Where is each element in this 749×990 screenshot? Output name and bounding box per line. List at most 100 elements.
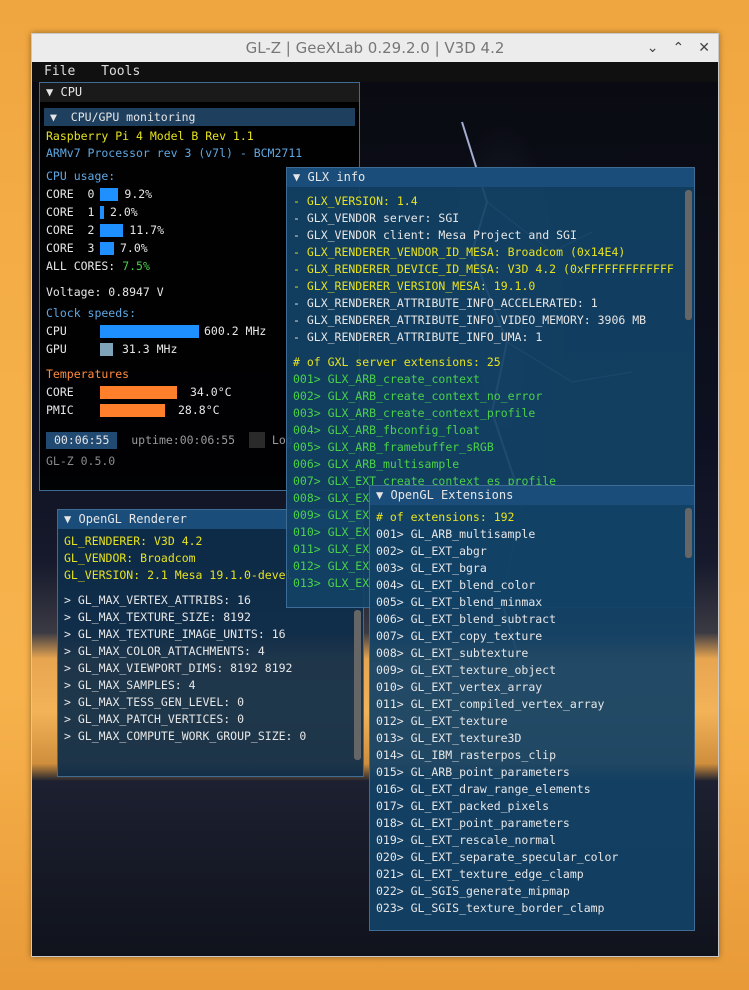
glx-info-line: - GLX_RENDERER_VERSION_MESA: 19.1.0 bbox=[293, 279, 536, 293]
renderer-limit-line: > GL_MAX_TEXTURE_IMAGE_UNITS: 16 bbox=[64, 627, 286, 641]
maximize-icon[interactable]: ⌃ bbox=[673, 34, 685, 62]
glx-panel-header[interactable]: ▼ GLX info bbox=[287, 168, 694, 187]
cpu-clock-fill bbox=[100, 324, 199, 338]
glx-info-line: - GLX_VERSION: 1.4 bbox=[293, 194, 418, 208]
extension-item: 005> GL_EXT_blend_minmax bbox=[376, 595, 543, 609]
glx-extension-item: 005> GLX_ARB_framebuffer_sRGB bbox=[293, 440, 494, 454]
glx-info-line: - GLX_RENDERER_ATTRIBUTE_INFO_VIDEO_MEMO… bbox=[293, 313, 647, 327]
pmic-temp-fill bbox=[100, 403, 165, 417]
menu-tools[interactable]: Tools bbox=[101, 64, 140, 79]
glx-extension-item: 003> GLX_ARB_create_context_profile bbox=[293, 406, 536, 420]
extension-item: 021> GL_EXT_texture_edge_clamp bbox=[376, 867, 584, 881]
extension-item: 011> GL_EXT_compiled_vertex_array bbox=[376, 697, 605, 711]
core-usage-fill bbox=[100, 241, 114, 255]
all-cores-value: 7.5% bbox=[122, 258, 150, 273]
device-model: Raspberry Pi 4 Model B Rev 1.1 bbox=[46, 129, 254, 143]
core-usage-bar: 11.7% bbox=[100, 222, 300, 237]
cpu-clock-bar: 600.2 MHz bbox=[100, 323, 300, 338]
window-title: GL-Z | GeeXLab 0.29.2.0 | V3D 4.2 bbox=[245, 39, 505, 57]
gpu-clock-bar: 31.3 MHz bbox=[100, 341, 300, 356]
pmic-temp-bar: 28.8°C bbox=[100, 402, 300, 417]
pmic-temp-value: 28.8°C bbox=[178, 402, 220, 417]
extensions-count: # of extensions: 192 bbox=[376, 510, 515, 524]
core-usage-bar: 7.0% bbox=[100, 240, 300, 255]
extension-item: 015> GL_ARB_point_parameters bbox=[376, 765, 570, 779]
extension-item: 014> GL_IBM_rasterpos_clip bbox=[376, 748, 557, 762]
extension-item: 013> GL_EXT_texture3D bbox=[376, 731, 522, 745]
extension-item: 019> GL_EXT_rescale_normal bbox=[376, 833, 557, 847]
glx-info-line: - GLX_RENDERER_VENDOR_ID_MESA: Broadcom … bbox=[293, 245, 626, 259]
uptime-readout: uptime:00:06:55 bbox=[131, 432, 236, 447]
cpu-panel-header[interactable]: ▼ CPU bbox=[40, 83, 359, 102]
collapse-triangle-icon[interactable]: ▼ bbox=[50, 110, 57, 124]
gpu-clock-label: GPU bbox=[46, 341, 67, 356]
core-temp-bar: 34.0°C bbox=[100, 384, 300, 399]
processor-info: ARMv7 Processor rev 3 (v7l) - BCM2711 bbox=[46, 146, 303, 160]
window-controls: ⌄ ⌃ ✕ bbox=[647, 34, 710, 62]
core-usage-value: 7.0% bbox=[120, 240, 148, 255]
extension-item: 002> GL_EXT_abgr bbox=[376, 544, 487, 558]
extensions-panel-title: OpenGL Extensions bbox=[390, 488, 514, 502]
core-usage-fill bbox=[100, 223, 124, 237]
gpu-clock-value: 31.3 MHz bbox=[122, 341, 178, 356]
extension-item: 008> GL_EXT_subtexture bbox=[376, 646, 529, 660]
monitoring-section-header[interactable]: ▼ CPU/GPU monitoring bbox=[44, 108, 355, 126]
renderer-panel-title: OpenGL Renderer bbox=[78, 512, 187, 526]
collapse-triangle-icon[interactable]: ▼ bbox=[64, 512, 71, 526]
renderer-limit-line: > GL_MAX_COLOR_ATTACHMENTS: 4 bbox=[64, 644, 265, 658]
renderer-limit-line: > GL_MAX_COMPUTE_WORK_GROUP_SIZE: 0 bbox=[64, 729, 307, 743]
minimize-icon[interactable]: ⌄ bbox=[647, 34, 659, 62]
extension-item: 001> GL_ARB_multisample bbox=[376, 527, 536, 541]
extension-item: 016> GL_EXT_draw_range_elements bbox=[376, 782, 591, 796]
menu-file[interactable]: File bbox=[44, 64, 75, 79]
cpu-clock-label: CPU bbox=[46, 323, 67, 338]
glx-extension-item: 001> GLX_ARB_create_context bbox=[293, 372, 480, 386]
glx-extension-item: 002> GLX_ARB_create_context_no_error bbox=[293, 389, 543, 403]
extension-item: 012> GL_EXT_texture bbox=[376, 714, 508, 728]
core-usage-fill bbox=[100, 205, 104, 219]
extension-item: 006> GL_EXT_blend_subtract bbox=[376, 612, 557, 626]
core-usage-bar: 9.2% bbox=[100, 186, 300, 201]
core-usage-bar: 2.0% bbox=[100, 204, 300, 219]
extension-item: 018> GL_EXT_point_parameters bbox=[376, 816, 570, 830]
core-usage-value: 2.0% bbox=[110, 204, 138, 219]
glx-info-line: - GLX_VENDOR client: Mesa Project and SG… bbox=[293, 228, 577, 242]
glx-panel-title: GLX info bbox=[307, 170, 366, 184]
glx-info-line: - GLX_VENDOR server: SGI bbox=[293, 211, 460, 225]
monitoring-section-title: CPU/GPU monitoring bbox=[70, 110, 196, 124]
extension-item: 023> GL_SGIS_texture_border_clamp bbox=[376, 901, 605, 915]
opengl-extensions-panel: ▼ OpenGL Extensions # of extensions: 192… bbox=[369, 485, 695, 931]
glx-extension-item: 006> GLX_ARB_multisample bbox=[293, 457, 460, 471]
log-checkbox[interactable] bbox=[248, 432, 265, 448]
core-temp-fill bbox=[100, 385, 178, 399]
cpu-clock-value: 600.2 MHz bbox=[204, 323, 267, 338]
extensions-scrollbar[interactable] bbox=[685, 508, 692, 558]
renderer-scrollbar[interactable] bbox=[354, 610, 361, 760]
core-label: CORE 3 bbox=[46, 240, 95, 255]
core-usage-value: 11.7% bbox=[129, 222, 165, 237]
renderer-limit-line: > GL_MAX_TESS_GEN_LEVEL: 0 bbox=[64, 695, 245, 709]
extension-item: 010> GL_EXT_vertex_array bbox=[376, 680, 543, 694]
collapse-triangle-icon[interactable]: ▼ bbox=[376, 488, 383, 502]
collapse-triangle-icon[interactable]: ▼ bbox=[46, 85, 53, 99]
renderer-limit-line: > GL_MAX_SAMPLES: 4 bbox=[64, 678, 196, 692]
collapse-triangle-icon[interactable]: ▼ bbox=[293, 170, 300, 184]
core-usage-fill bbox=[100, 187, 119, 201]
title-bar: GL-Z | GeeXLab 0.29.2.0 | V3D 4.2 ⌄ ⌃ ✕ bbox=[32, 34, 718, 62]
core-label: CORE 0 bbox=[46, 186, 95, 201]
extension-item: 003> GL_EXT_bgra bbox=[376, 561, 487, 575]
close-icon[interactable]: ✕ bbox=[698, 34, 710, 62]
renderer-limit-line: > GL_MAX_PATCH_VERTICES: 0 bbox=[64, 712, 245, 726]
glx-extension-item: 004> GLX_ARB_fbconfig_float bbox=[293, 423, 480, 437]
pmic-temp-label: PMIC bbox=[46, 402, 74, 417]
extension-item: 022> GL_SGIS_generate_mipmap bbox=[376, 884, 570, 898]
core-usage-value: 9.2% bbox=[124, 186, 153, 201]
core-temp-value: 34.0°C bbox=[190, 384, 232, 399]
core-temp-label: CORE bbox=[46, 384, 74, 399]
core-label: CORE 2 bbox=[46, 222, 95, 237]
glx-extensions-count: # of GXL server extensions: 25 bbox=[293, 355, 501, 369]
extension-item: 009> GL_EXT_texture_object bbox=[376, 663, 557, 677]
glx-scrollbar[interactable] bbox=[685, 190, 692, 320]
extension-item: 017> GL_EXT_packed_pixels bbox=[376, 799, 550, 813]
extensions-panel-header[interactable]: ▼ OpenGL Extensions bbox=[370, 486, 694, 505]
